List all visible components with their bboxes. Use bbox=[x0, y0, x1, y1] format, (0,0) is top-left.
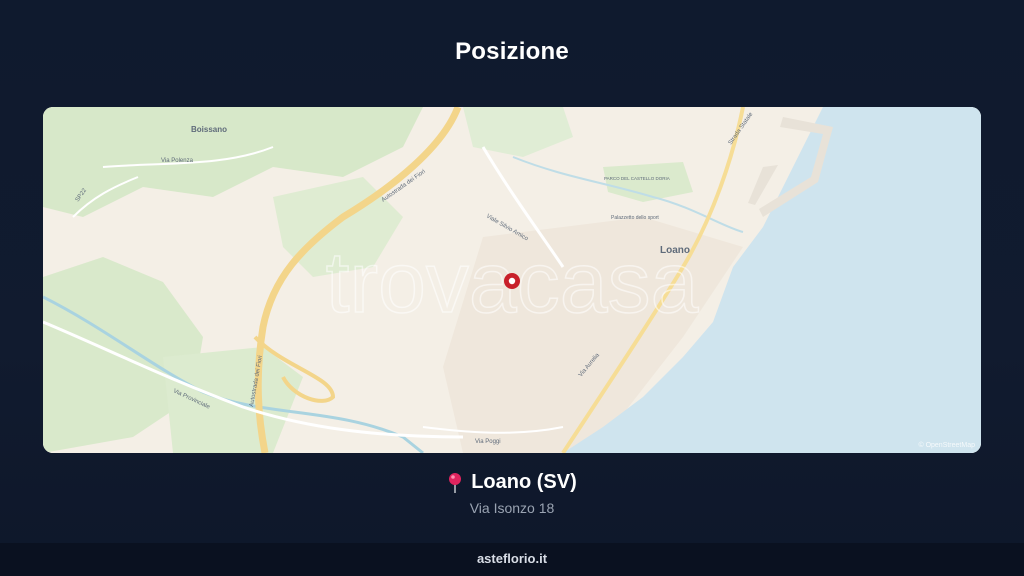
map-attribution[interactable]: © OpenStreetMap bbox=[918, 441, 975, 449]
map-canvas: Boissano Loano Via Polenza SP22 Autostra… bbox=[43, 107, 981, 453]
footer-site[interactable]: asteflorio.it bbox=[0, 543, 1024, 576]
location-heading: Loano (SV) bbox=[0, 471, 1024, 494]
label-parco: PARCO DEL CASTELLO DORIA bbox=[604, 176, 670, 181]
city-name: Loano (SV) bbox=[471, 471, 577, 493]
location-marker[interactable] bbox=[504, 273, 520, 289]
round-pushpin-icon bbox=[447, 472, 463, 494]
label-palazzetto: Palazzetto dello sport bbox=[611, 215, 659, 221]
street-address: Via Isonzo 18 bbox=[469, 500, 555, 516]
label-via-poggi: Via Poggi bbox=[475, 439, 501, 445]
map-view[interactable]: Boissano Loano Via Polenza SP22 Autostra… bbox=[43, 107, 981, 453]
page-title: Posizione bbox=[455, 38, 569, 65]
label-boissano: Boissano bbox=[191, 125, 227, 134]
marker-center bbox=[508, 277, 516, 285]
label-via-polenza: Via Polenza bbox=[161, 158, 194, 164]
